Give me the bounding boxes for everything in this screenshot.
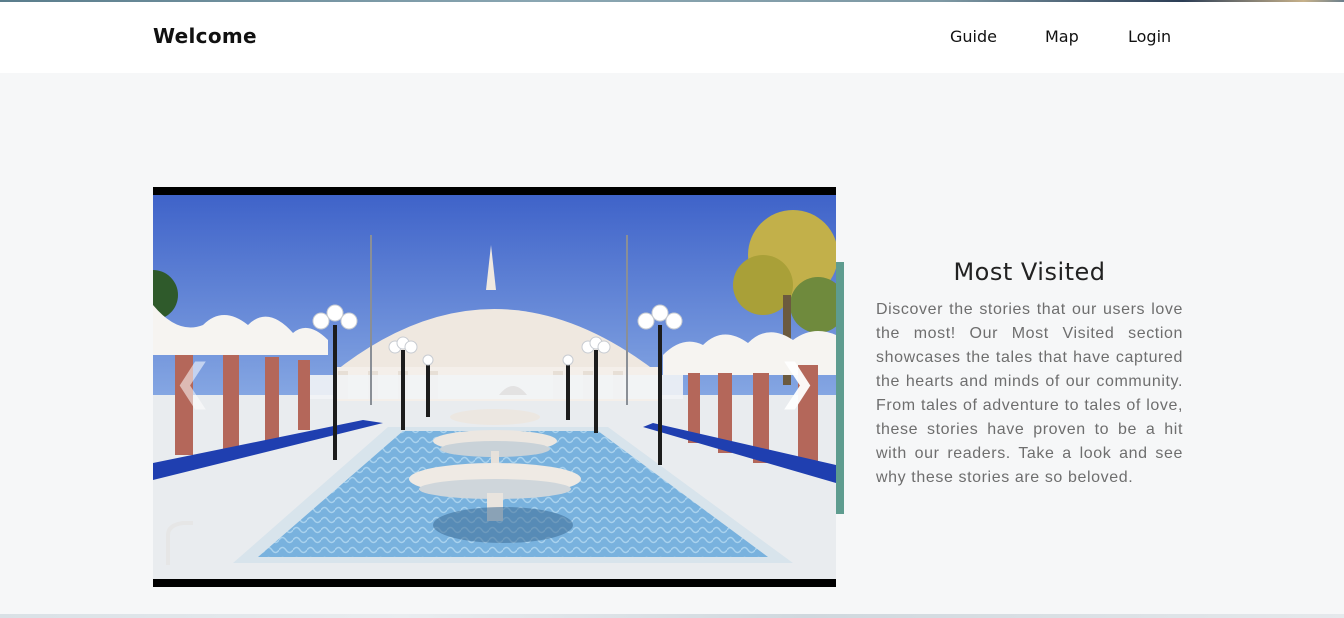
most-visited-description: Discover the stories that our users love… <box>876 301 1183 486</box>
nav-link-login[interactable]: Login <box>1128 27 1171 46</box>
nav-link-map[interactable]: Map <box>1045 27 1079 46</box>
carousel-slide-image <box>153 195 836 579</box>
most-visited-section: Most Visited Discover the stories that o… <box>876 258 1183 490</box>
accent-bar <box>836 262 844 514</box>
carousel-prev-button[interactable]: ❮ <box>173 354 213 410</box>
image-carousel: ❮ ❯ <box>153 187 836 587</box>
brand-title[interactable]: Welcome <box>153 24 257 48</box>
carousel-next-button[interactable]: ❯ <box>777 354 817 410</box>
bottom-border <box>0 614 1344 618</box>
nav-link-guide[interactable]: Guide <box>950 27 997 46</box>
navbar: Welcome Guide Map Login <box>0 2 1344 73</box>
most-visited-title: Most Visited <box>953 258 1106 286</box>
